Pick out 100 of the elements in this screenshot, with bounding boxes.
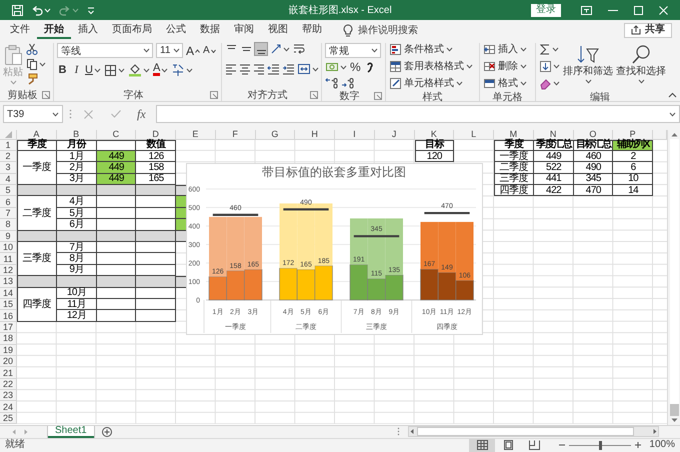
column-header[interactable]: L — [454, 130, 494, 140]
row-header[interactable]: 2 — [0, 150, 17, 162]
column-header[interactable]: I — [335, 130, 375, 140]
column-header[interactable]: B — [56, 130, 96, 140]
column-header[interactable]: J — [374, 130, 414, 140]
collapse-ribbon-icon[interactable] — [668, 92, 677, 98]
launcher-icon[interactable] — [310, 90, 318, 98]
align-center-button[interactable] — [239, 63, 251, 75]
row-header[interactable]: 6 — [0, 196, 17, 208]
search-field[interactable]: 操作说明搜索 — [358, 24, 438, 36]
row-header[interactable]: 24 — [0, 401, 17, 413]
row-header[interactable]: 20 — [0, 356, 17, 368]
decrease-decimal-button[interactable] — [341, 76, 354, 89]
scroll-right-icon[interactable] — [652, 428, 658, 435]
font-size-field[interactable]: 11 — [156, 43, 183, 58]
column-header[interactable]: G — [256, 130, 296, 140]
menu-tab[interactable]: 视图 — [261, 22, 295, 38]
row-header[interactable]: 16 — [0, 310, 17, 322]
column-header[interactable]: F — [216, 130, 256, 140]
launcher-icon[interactable] — [210, 90, 218, 98]
column-header[interactable]: N — [534, 130, 574, 140]
fill-color-button[interactable] — [128, 63, 150, 77]
merge-center-button[interactable] — [297, 62, 319, 76]
row-header[interactable]: 8 — [0, 219, 17, 231]
insert-button[interactable]: 插入 — [483, 43, 532, 56]
clear-button[interactable] — [539, 77, 560, 90]
row-header[interactable]: 11 — [0, 253, 17, 265]
font-color-button[interactable]: A — [152, 64, 168, 76]
column-header[interactable]: P — [613, 130, 653, 140]
scrollbar-thumb[interactable] — [417, 427, 634, 436]
fill-button[interactable] — [539, 60, 560, 73]
row-header[interactable]: 17 — [0, 322, 17, 334]
format-button[interactable]: 格式 — [483, 77, 532, 90]
menu-tab[interactable]: 帮助 — [295, 22, 329, 38]
row-header[interactable]: 25 — [0, 412, 17, 424]
horizontal-scrollbar[interactable] — [408, 426, 659, 437]
undo-button[interactable] — [31, 4, 51, 16]
conditional-format-button[interactable]: 条件格式 — [389, 43, 476, 56]
increase-decimal-button[interactable] — [325, 76, 338, 89]
bold-button[interactable]: B — [57, 64, 68, 76]
sheet-tab[interactable]: Sheet1 — [48, 426, 94, 438]
copy-button[interactable] — [26, 58, 46, 70]
percent-button[interactable]: % — [350, 61, 361, 73]
orientation-button[interactable] — [270, 43, 290, 55]
row-header[interactable]: 9 — [0, 230, 17, 242]
login-button[interactable]: 登录 — [531, 4, 561, 16]
menu-tab[interactable]: 插入 — [71, 22, 105, 38]
delete-button[interactable]: 删除 — [483, 60, 532, 73]
ribbon-display-icon[interactable] — [581, 6, 592, 14]
row-header[interactable]: 22 — [0, 378, 17, 390]
shrink-font-button[interactable]: A — [203, 46, 216, 56]
increase-indent-button[interactable] — [282, 63, 295, 75]
format-as-table-button[interactable]: 套用表格格式 — [389, 60, 476, 73]
bottom-align-button[interactable] — [255, 43, 267, 55]
insert-function-button[interactable]: fx — [133, 108, 150, 120]
number-format-field[interactable]: 常规 — [325, 43, 381, 58]
customize-icon[interactable] — [87, 6, 95, 14]
splitter-icon[interactable] — [397, 427, 400, 436]
row-header[interactable]: 15 — [0, 298, 17, 310]
align-right-button[interactable] — [253, 63, 265, 75]
zoom-in-icon[interactable] — [635, 442, 642, 448]
zoom-slider-thumb[interactable] — [598, 440, 602, 450]
share-button[interactable]: 共享 — [624, 22, 672, 38]
font-name-field[interactable]: 等线 — [57, 43, 153, 58]
column-header[interactable]: D — [136, 130, 176, 140]
name-box[interactable]: T39 — [3, 105, 63, 123]
close-icon[interactable] — [659, 6, 668, 14]
grow-font-button[interactable]: A — [186, 44, 200, 56]
scrollbar-thumb[interactable] — [670, 404, 678, 416]
formula-input[interactable] — [156, 105, 680, 123]
column-header[interactable]: E — [176, 130, 216, 140]
wrap-text-button[interactable] — [293, 43, 305, 55]
row-header[interactable]: 19 — [0, 344, 17, 356]
phonetic-guide-button[interactable] — [171, 63, 194, 77]
underline-button[interactable]: U — [85, 64, 101, 76]
row-header[interactable]: 5 — [0, 185, 17, 196]
row-header[interactable]: 4 — [0, 174, 17, 186]
row-header[interactable]: 14 — [0, 288, 17, 299]
column-header[interactable]: H — [295, 130, 335, 140]
column-header[interactable]: C — [96, 130, 136, 140]
vertical-scrollbar[interactable] — [667, 130, 680, 424]
menu-tab[interactable]: 公式 — [159, 22, 193, 38]
decrease-indent-button[interactable] — [267, 63, 280, 75]
column-header[interactable]: A — [17, 130, 57, 140]
row-header[interactable]: 7 — [0, 208, 17, 220]
borders-button[interactable] — [104, 64, 125, 76]
sort-filter-button[interactable]: 排序和筛选 — [563, 43, 613, 90]
italic-button[interactable]: I — [71, 64, 82, 76]
align-left-button[interactable] — [225, 63, 237, 75]
row-header[interactable]: 18 — [0, 333, 17, 345]
autosum-button[interactable] — [539, 43, 560, 56]
row-header[interactable]: 13 — [0, 276, 17, 288]
zoom-out-icon[interactable] — [559, 442, 566, 448]
scroll-left-icon[interactable] — [409, 428, 415, 435]
maximize-icon[interactable] — [634, 6, 643, 14]
save-icon[interactable] — [12, 4, 23, 16]
column-header[interactable]: K — [414, 130, 454, 140]
row-header[interactable]: 21 — [0, 367, 17, 379]
row-header[interactable]: 3 — [0, 162, 17, 174]
launcher-icon[interactable] — [374, 92, 382, 100]
